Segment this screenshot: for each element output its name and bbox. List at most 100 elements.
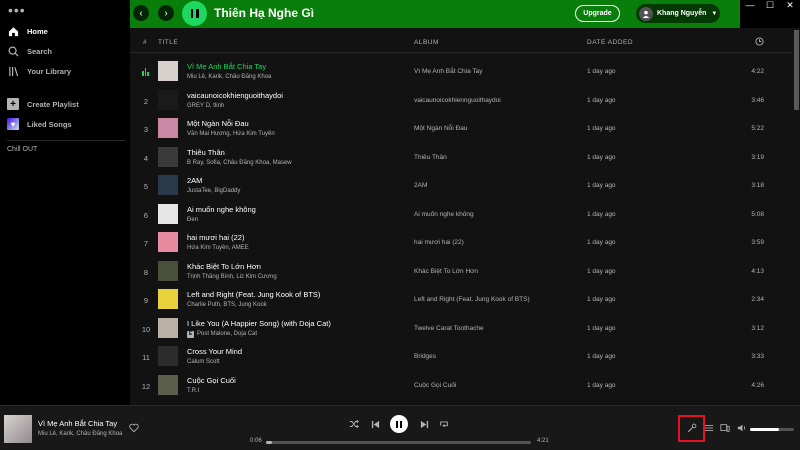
track-album[interactable]: Một Ngàn Nỗi Đau	[414, 125, 467, 132]
track-album[interactable]: Thiêu Thân	[414, 154, 447, 161]
playlist-pause-button[interactable]	[182, 1, 207, 26]
track-title[interactable]: Một Ngàn Nỗi Đau	[187, 119, 249, 128]
track-artist-text[interactable]: B Ray, Sofia, Châu Đăng Khoa, Masew	[187, 160, 292, 166]
track-album[interactable]: Bridges	[414, 353, 436, 360]
now-playing-cover[interactable]	[4, 415, 32, 443]
track-list: # TITLE ALBUM DATE ADDED Vì Mẹ Anh Bắt C…	[130, 28, 792, 405]
track-artist[interactable]: E Post Malone, Doja Cat	[187, 330, 257, 338]
track-artist[interactable]: Charlie Puth, BTS, Jung Kook	[187, 302, 267, 308]
track-row[interactable]: 7 hai mươi hai (22) Hứa Kim Tuyền, AMEE hai…	[130, 229, 792, 257]
track-album[interactable]: Cuộc Gọi Cuối	[414, 382, 456, 389]
heart-icon[interactable]	[129, 423, 139, 436]
header-date-added[interactable]: DATE ADDED	[587, 39, 633, 46]
maximize-button[interactable]: ☐	[760, 0, 780, 10]
track-artist-text[interactable]: Charlie Puth, BTS, Jung Kook	[187, 302, 267, 308]
now-playing-artist[interactable]: Miu Lê, Karik, Châu Đăng Khoa	[38, 431, 122, 437]
volume-slider[interactable]	[750, 428, 794, 431]
track-date-added: 1 day ago	[587, 381, 616, 389]
track-title[interactable]: hai mươi hai (22)	[187, 233, 244, 242]
track-title[interactable]: Thiêu Thân	[187, 148, 225, 157]
repeat-icon[interactable]	[438, 418, 450, 430]
track-album[interactable]: Twelve Carat Toothache	[414, 325, 484, 332]
track-title[interactable]: Ai muốn nghe không	[187, 205, 256, 214]
header-title[interactable]: TITLE	[158, 39, 178, 46]
liked-songs-button[interactable]: ♥ Liked Songs	[7, 117, 72, 131]
track-artist-text[interactable]: JustaTee, BigDaddy	[187, 188, 240, 194]
minimize-button[interactable]: —	[740, 0, 760, 10]
header-album[interactable]: ALBUM	[414, 39, 439, 46]
track-row[interactable]: 4 Thiêu Thân B Ray, Sofia, Châu Đăng Khoa,…	[130, 144, 792, 172]
track-album[interactable]: Khác Biệt To Lớn Hơn	[414, 268, 478, 275]
track-row[interactable]: 3 Một Ngàn Nỗi Đau Văn Mai Hương, Hứa Kim …	[130, 115, 792, 143]
track-album[interactable]: Vì Mẹ Anh Bắt Chia Tay	[414, 68, 483, 75]
track-title[interactable]: Vì Mẹ Anh Bắt Chia Tay	[187, 62, 266, 71]
track-row[interactable]: 11 Cross Your Mind Calum Scott Bridges 1 day…	[130, 343, 792, 371]
track-title[interactable]: 2AM	[187, 176, 202, 185]
track-date-added: 1 day ago	[587, 296, 616, 303]
track-artist[interactable]: T.R.I	[187, 388, 199, 394]
track-row[interactable]: 6 Ai muốn nghe không Đen Ai muốn nghe không…	[130, 201, 792, 229]
sidebar-item-label: Home	[27, 26, 48, 36]
track-artist[interactable]: GREY D, tlinh	[187, 103, 224, 109]
track-title[interactable]: I Like You (A Happier Song) (with Doja C…	[187, 319, 331, 328]
track-title[interactable]: vaicaunoicokhienguoithaydoi	[187, 91, 283, 100]
close-button[interactable]: ✕	[780, 0, 800, 10]
track-artist-text[interactable]: Calum Scott	[187, 359, 220, 365]
back-button[interactable]: ‹	[133, 5, 149, 21]
track-row[interactable]: 8 Khác Biệt To Lớn Hơn Trịnh Thăng Bình, L…	[130, 258, 792, 286]
track-row[interactable]: 12 Cuộc Gọi Cuối T.R.I Cuộc Gọi Cuối 1 day a…	[130, 372, 792, 400]
shuffle-icon[interactable]	[348, 418, 360, 430]
track-row[interactable]: 9 Left and Right (Feat. Jung Kook of BTS)…	[130, 286, 792, 314]
track-artist[interactable]: Hứa Kim Tuyền, AMEE	[187, 245, 249, 251]
progress-bar[interactable]	[266, 441, 531, 444]
track-row[interactable]: 10 I Like You (A Happier Song) (with Doja…	[130, 315, 792, 343]
connect-device-icon[interactable]	[719, 422, 731, 434]
sidebar-item-home[interactable]: Home	[7, 24, 48, 38]
track-title[interactable]: Left and Right (Feat. Jung Kook of BTS)	[187, 290, 320, 299]
track-row[interactable]: 5 2AM JustaTee, BigDaddy 2AM 1 day ago 3:18	[130, 172, 792, 200]
track-artist-text[interactable]: Đen	[187, 217, 198, 223]
forward-button[interactable]: ›	[158, 5, 174, 21]
track-artist[interactable]: B Ray, Sofia, Châu Đăng Khoa, Masew	[187, 160, 292, 166]
track-title[interactable]: Khác Biệt To Lớn Hơn	[187, 262, 261, 271]
track-artist[interactable]: Văn Mai Hương, Hứa Kim Tuyền	[187, 131, 275, 137]
track-title[interactable]: Cross Your Mind	[187, 347, 242, 356]
sidebar-item-library[interactable]: Your Library	[7, 64, 71, 78]
track-row[interactable]: Vì Mẹ Anh Bắt Chia Tay Miu Lê, Karik, Châ…	[130, 58, 792, 86]
track-artist[interactable]: Đen	[187, 217, 198, 223]
track-artist[interactable]: JustaTee, BigDaddy	[187, 188, 240, 194]
track-artist-text[interactable]: Trịnh Thăng Bình, Liz Kim Cương	[187, 274, 277, 280]
now-playing-title[interactable]: Vì Mẹ Anh Bắt Chia Tay	[38, 419, 117, 428]
track-artist[interactable]: Miu Lê, Karik, Châu Đăng Khoa	[187, 74, 271, 80]
track-title[interactable]: Cuộc Gọi Cuối	[187, 376, 236, 385]
create-playlist-button[interactable]: + Create Playlist	[7, 97, 79, 111]
track-album[interactable]: vaicaunoicokhiennguoithaydoi	[414, 97, 501, 104]
sidebar: ••• Home Search Your Library + Create Pl…	[0, 0, 130, 405]
scrollbar[interactable]	[792, 28, 800, 405]
user-menu[interactable]: Khang Nguyễn ▼	[636, 4, 720, 23]
track-album[interactable]: hai mươi hai (22)	[414, 239, 464, 246]
track-duration: 5:08	[751, 210, 764, 218]
upgrade-button[interactable]: Upgrade	[575, 5, 620, 22]
track-artist-text[interactable]: T.R.I	[187, 388, 199, 394]
track-artist-text[interactable]: Post Malone, Doja Cat	[197, 331, 257, 337]
clock-icon[interactable]	[755, 37, 764, 48]
track-row[interactable]: 2 vaicaunoicokhienguoithaydoi GREY D, tlin…	[130, 87, 792, 115]
track-artist[interactable]: Calum Scott	[187, 359, 220, 365]
play-pause-button[interactable]	[390, 415, 408, 433]
track-album[interactable]: Left and Right (Feat. Jung Kook of BTS)	[414, 296, 530, 303]
previous-icon[interactable]	[369, 418, 381, 430]
track-artist-text[interactable]: GREY D, tlinh	[187, 103, 224, 109]
track-artist[interactable]: Trịnh Thăng Bình, Liz Kim Cương	[187, 274, 277, 280]
sidebar-item-search[interactable]: Search	[7, 44, 52, 58]
menu-dots-icon[interactable]: •••	[8, 2, 26, 18]
scrollbar-thumb[interactable]	[794, 30, 799, 110]
track-album[interactable]: 2AM	[414, 182, 427, 189]
track-album[interactable]: Ai muốn nghe không	[414, 211, 474, 218]
track-artist-text[interactable]: Văn Mai Hương, Hứa Kim Tuyền	[187, 131, 275, 137]
next-icon[interactable]	[418, 418, 430, 430]
sidebar-playlist-item[interactable]: Chill OUT	[7, 146, 37, 153]
track-artist-text[interactable]: Miu Lê, Karik, Châu Đăng Khoa	[187, 74, 271, 80]
track-artist-text[interactable]: Hứa Kim Tuyền, AMEE	[187, 245, 249, 251]
volume-icon[interactable]	[736, 422, 748, 434]
